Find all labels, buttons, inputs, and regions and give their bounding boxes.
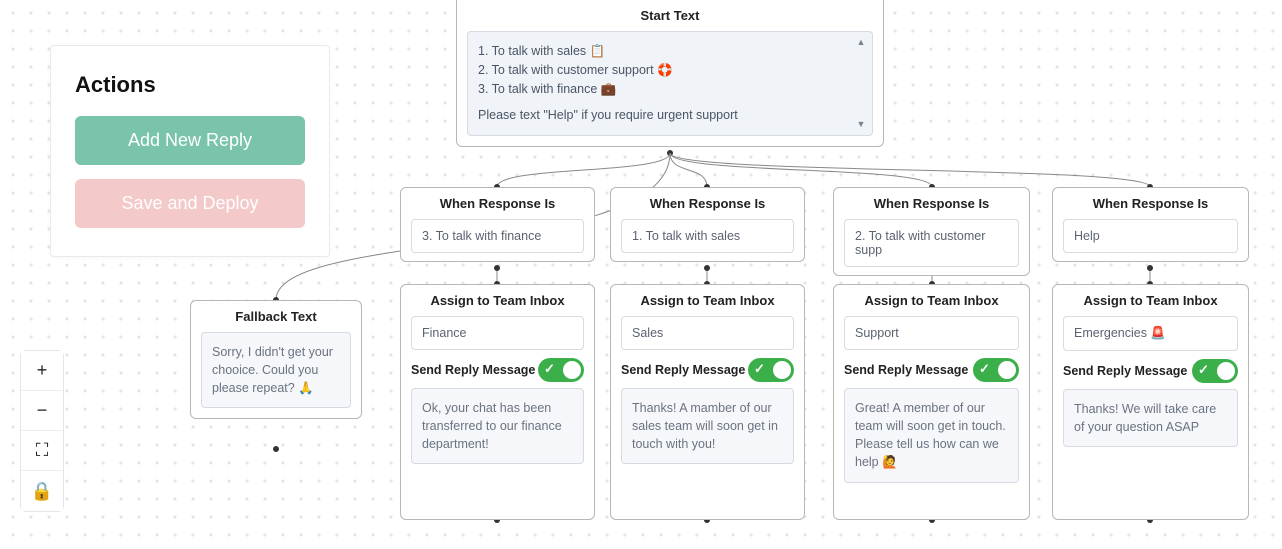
send-reply-toggle[interactable]: ✓ <box>973 358 1019 382</box>
save-and-deploy-button[interactable]: Save and Deploy <box>75 179 305 228</box>
assign-title: Assign to Team Inbox <box>401 285 594 312</box>
send-reply-toggle[interactable]: ✓ <box>1192 359 1238 383</box>
response-value-input[interactable]: 3. To talk with finance <box>411 219 584 253</box>
assign-title: Assign to Team Inbox <box>611 285 804 312</box>
send-reply-label: Send Reply Message <box>1063 364 1187 378</box>
response-title: When Response Is <box>1053 188 1248 215</box>
fullscreen-button[interactable]: ⛶ <box>21 431 63 471</box>
add-new-reply-button[interactable]: Add New Reply <box>75 116 305 165</box>
start-text-textarea[interactable]: 1. To talk with sales 📋 2. To talk with … <box>467 31 873 136</box>
team-input[interactable]: Sales <box>621 316 794 350</box>
start-text-line: 2. To talk with customer support 🛟 <box>478 61 844 80</box>
reply-message[interactable]: Ok, your chat has been transferred to ou… <box>411 388 584 464</box>
send-reply-toggle[interactable]: ✓ <box>748 358 794 382</box>
reply-message[interactable]: Thanks! A mamber of our sales team will … <box>621 388 794 464</box>
response-title: When Response Is <box>401 188 594 215</box>
start-text-title: Start Text <box>457 0 883 27</box>
start-text-line: 3. To talk with finance 💼 <box>478 80 844 99</box>
actions-panel: Actions Add New Reply Save and Deploy <box>50 45 330 257</box>
send-reply-label: Send Reply Message <box>411 363 535 377</box>
assign-node-support[interactable]: Assign to Team Inbox Support Send Reply … <box>833 284 1030 520</box>
send-reply-toggle[interactable]: ✓ <box>538 358 584 382</box>
start-text-node[interactable]: Start Text 1. To talk with sales 📋 2. To… <box>456 0 884 147</box>
response-node-help[interactable]: When Response Is Help <box>1052 187 1249 262</box>
response-value-input[interactable]: 2. To talk with customer supp <box>844 219 1019 267</box>
fallback-node[interactable]: Fallback Text Sorry, I didn't get your c… <box>190 300 362 419</box>
canvas-toolbox: + − ⛶ 🔒 <box>20 350 64 512</box>
scrollbar[interactable]: ▲▼ <box>854 36 868 131</box>
assign-node-sales[interactable]: Assign to Team Inbox Sales Send Reply Me… <box>610 284 805 520</box>
send-reply-label: Send Reply Message <box>621 363 745 377</box>
assign-title: Assign to Team Inbox <box>834 285 1029 312</box>
team-input[interactable]: Emergencies 🚨 <box>1063 316 1238 351</box>
reply-message[interactable]: Great! A member of our team will soon ge… <box>844 388 1019 483</box>
team-input[interactable]: Finance <box>411 316 584 350</box>
response-node-sales[interactable]: When Response Is 1. To talk with sales <box>610 187 805 262</box>
response-node-finance[interactable]: When Response Is 3. To talk with finance <box>400 187 595 262</box>
fallback-title: Fallback Text <box>191 301 361 328</box>
response-node-support[interactable]: When Response Is 2. To talk with custome… <box>833 187 1030 276</box>
lock-button[interactable]: 🔒 <box>21 471 63 511</box>
start-text-line: 1. To talk with sales 📋 <box>478 42 844 61</box>
assign-node-finance[interactable]: Assign to Team Inbox Finance Send Reply … <box>400 284 595 520</box>
start-text-line: Please text "Help" if you require urgent… <box>478 106 844 125</box>
response-value-input[interactable]: 1. To talk with sales <box>621 219 794 253</box>
response-value-input[interactable]: Help <box>1063 219 1238 253</box>
reply-message[interactable]: Thanks! We will take care of your questi… <box>1063 389 1238 447</box>
fallback-text[interactable]: Sorry, I didn't get your chooice. Could … <box>201 332 351 408</box>
actions-title: Actions <box>75 72 305 98</box>
send-reply-label: Send Reply Message <box>844 363 968 377</box>
zoom-in-button[interactable]: + <box>21 351 63 391</box>
assign-title: Assign to Team Inbox <box>1053 285 1248 312</box>
response-title: When Response Is <box>611 188 804 215</box>
response-title: When Response Is <box>834 188 1029 215</box>
zoom-out-button[interactable]: − <box>21 391 63 431</box>
team-input[interactable]: Support <box>844 316 1019 350</box>
assign-node-emergencies[interactable]: Assign to Team Inbox Emergencies 🚨 Send … <box>1052 284 1249 520</box>
